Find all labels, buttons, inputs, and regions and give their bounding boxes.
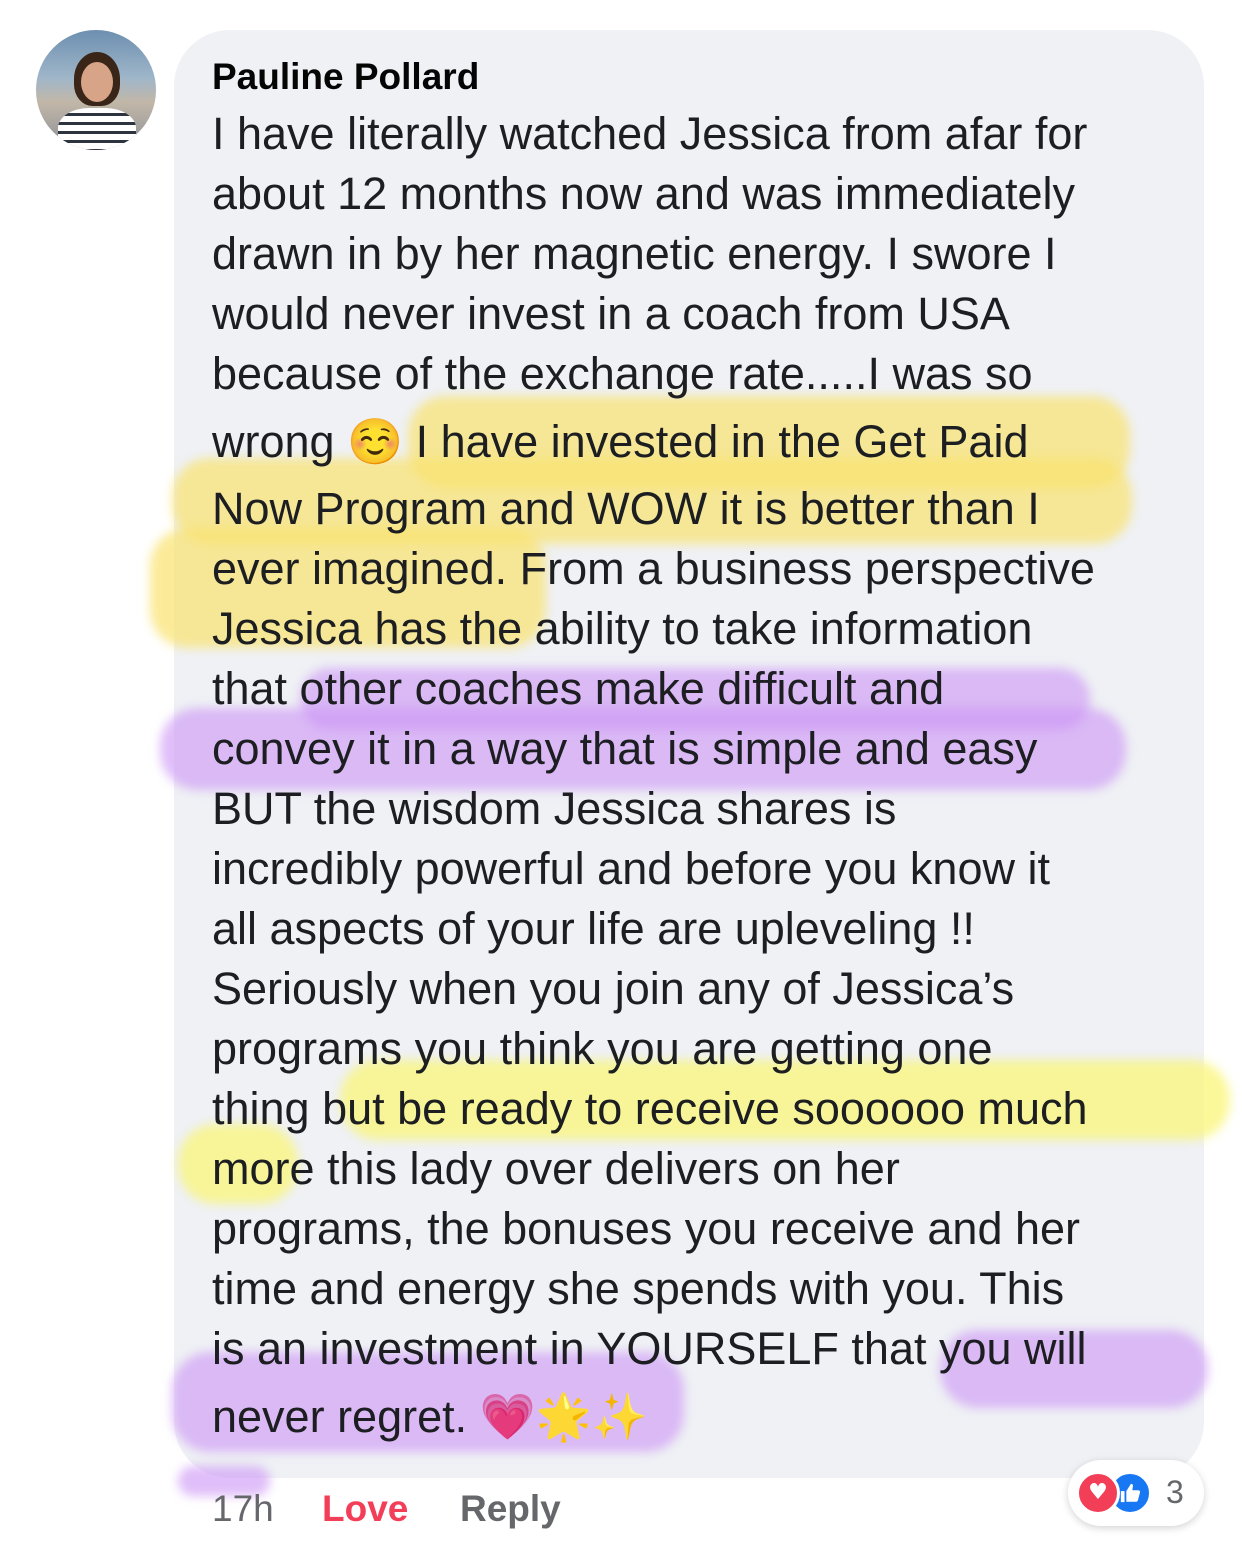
- comment-line: all aspects of your life are upleveling …: [212, 903, 975, 954]
- comment-line: would never invest in a coach from USA: [212, 288, 1010, 339]
- love-reaction-button[interactable]: Love: [322, 1488, 408, 1530]
- comment-timestamp[interactable]: 17h: [212, 1488, 274, 1530]
- reaction-count: 3: [1166, 1474, 1184, 1510]
- comment-line: is an investment in YOURSELF that you wi…: [212, 1323, 1087, 1374]
- avatar-face: [81, 62, 113, 102]
- comment-text: I have literally watched Jessica from af…: [212, 104, 1202, 1454]
- avatar-shirt: [58, 108, 136, 150]
- comment-line: time and energy she spends with you. Thi…: [212, 1263, 1065, 1314]
- comment-line: that other coaches make difficult and: [212, 663, 945, 714]
- comment-line: thing but be ready to receive soooooo mu…: [212, 1083, 1088, 1134]
- comment-line: because of the exchange rate.....I was s…: [212, 348, 1033, 399]
- comment-line: wrong ☺️ I have invested in the Get Paid: [212, 416, 1029, 467]
- comment-line: programs, the bonuses you receive and he…: [212, 1203, 1081, 1254]
- comment-line: incredibly powerful and before you know …: [212, 843, 1050, 894]
- comment-line: drawn in by her magnetic energy. I swore…: [212, 228, 1057, 279]
- comment-line: more this lady over delivers on her: [212, 1143, 900, 1194]
- comment-line: never regret. 💗🌟✨: [212, 1391, 648, 1442]
- heart-icon: ♥: [1076, 1471, 1120, 1515]
- comment-line: BUT the wisdom Jessica shares is: [212, 783, 897, 834]
- author-avatar[interactable]: [36, 30, 156, 150]
- comment-line: programs you think you are getting one: [212, 1023, 993, 1074]
- comment-author[interactable]: Pauline Pollard: [212, 56, 479, 98]
- comment-line: ever imagined. From a business perspecti…: [212, 543, 1095, 594]
- comment-line: Now Program and WOW it is better than I: [212, 483, 1040, 534]
- comment-line: convey it in a way that is simple and ea…: [212, 723, 1038, 774]
- reaction-summary[interactable]: ♥ 3: [1068, 1460, 1204, 1526]
- comment-line: Jessica has the ability to take informat…: [212, 603, 1033, 654]
- comment-line: about 12 months now and was immediately: [212, 168, 1075, 219]
- reply-button[interactable]: Reply: [460, 1488, 561, 1530]
- comment-line: I have literally watched Jessica from af…: [212, 108, 1088, 159]
- comment-line: Seriously when you join any of Jessica’s: [212, 963, 1015, 1014]
